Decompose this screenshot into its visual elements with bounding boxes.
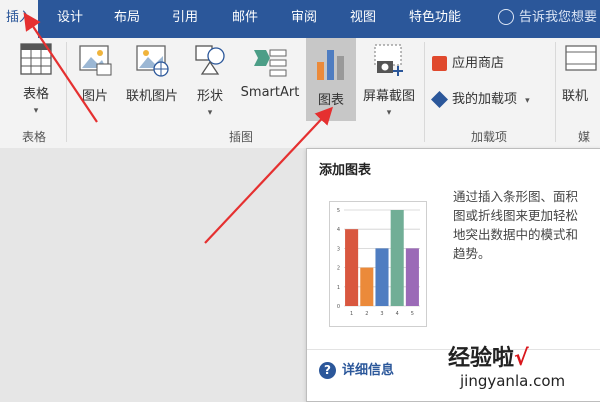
group-label-illustrations: 插图 xyxy=(229,130,254,144)
y-tick-label: 5 xyxy=(337,208,340,214)
group-divider xyxy=(66,42,67,142)
chart-bar xyxy=(360,267,374,306)
screenshot-button[interactable]: 屏幕截图 ▾ xyxy=(358,42,420,119)
chart-bar xyxy=(345,229,359,306)
tab-special-features[interactable]: 特色功能 xyxy=(409,0,461,38)
chevron-down-icon: ▾ xyxy=(33,106,39,116)
ribbon-tab-bar: 插入 设计 布局 引用 邮件 审阅 视图 特色功能 告诉我您想要 xyxy=(0,0,600,38)
y-tick-label: 3 xyxy=(337,246,340,252)
my-addins-button[interactable]: 我的加载项 ▾ xyxy=(431,88,530,108)
tooltip-desc-line: 图或折线图来更加轻松 xyxy=(453,208,579,223)
screenshot-label: 屏幕截图 xyxy=(362,89,415,104)
chevron-down-icon: ▾ xyxy=(207,108,213,118)
tooltip-desc-line: 趋势。 xyxy=(453,246,491,261)
shapes-label: 形状 xyxy=(196,89,223,104)
more-info-link[interactable]: ? 详细信息 xyxy=(319,359,394,379)
chart-bar xyxy=(390,210,404,306)
lightbulb-icon xyxy=(498,8,514,25)
chevron-down-icon: ▾ xyxy=(386,108,392,118)
shapes-icon xyxy=(195,45,225,75)
x-tick-label: 4 xyxy=(396,311,399,317)
picture-button[interactable]: 图片 xyxy=(74,42,116,104)
smartart-icon xyxy=(254,49,287,77)
screenshot-icon xyxy=(374,44,403,76)
tooltip-chart-preview: 0 1 2 3 4 5 1 2 3 4 5 xyxy=(329,201,427,327)
picture-label: 图片 xyxy=(81,89,108,104)
ribbon-insert: 表格 ▾ 表格 图片 联机图片 形状 ▾ SmartArt 图表 屏幕截图 ▾ … xyxy=(0,38,600,149)
store-button[interactable]: 应用商店 xyxy=(432,52,504,71)
x-tick-label: 1 xyxy=(350,311,353,317)
table-icon xyxy=(20,43,52,75)
tooltip-title: 添加图表 xyxy=(319,163,372,178)
tab-references[interactable]: 引用 xyxy=(172,0,198,38)
tooltip-description: 通过插入条形图、面积 图或折线图来更加轻松 地突出数据中的模式和 趋势。 xyxy=(453,187,600,263)
group-divider xyxy=(424,42,425,142)
watermark: 经验啦√ jingyanla.com xyxy=(448,340,598,398)
online-picture-label: 联机图片 xyxy=(125,89,178,104)
x-tick-label: 2 xyxy=(365,311,368,317)
tab-design[interactable]: 设计 xyxy=(57,0,83,38)
watermark-main: 经验啦√ xyxy=(448,346,529,371)
tab-layout[interactable]: 布局 xyxy=(114,0,140,38)
online-picture-button[interactable]: 联机图片 xyxy=(120,42,184,104)
chart-bar xyxy=(375,248,389,306)
tab-insert[interactable]: 插入 xyxy=(0,0,39,38)
y-tick-label: 4 xyxy=(337,227,340,233)
chart-bar xyxy=(405,248,419,306)
shapes-button[interactable]: 形状 ▾ xyxy=(188,42,232,119)
online-video-label: 联机 xyxy=(562,89,589,104)
chevron-down-icon: ▾ xyxy=(525,96,530,106)
group-divider xyxy=(555,42,556,142)
help-icon: ? xyxy=(319,362,336,379)
addins-icon xyxy=(431,91,448,108)
x-tick-label: 3 xyxy=(380,311,383,317)
more-info-label: 详细信息 xyxy=(342,363,395,378)
tooltip-desc-line: 通过插入条形图、面积 xyxy=(453,189,579,204)
store-icon xyxy=(432,56,447,71)
online-video-icon xyxy=(565,45,597,71)
watermark-url: jingyanla.com xyxy=(460,372,566,390)
tab-mailings[interactable]: 邮件 xyxy=(232,0,258,38)
tab-view[interactable]: 视图 xyxy=(350,0,376,38)
my-addins-label: 我的加载项 xyxy=(452,92,518,107)
online-picture-icon xyxy=(136,45,169,77)
tooltip-desc-line: 地突出数据中的模式和 xyxy=(453,227,579,242)
online-video-button[interactable]: 联机 xyxy=(562,42,600,104)
table-label: 表格 xyxy=(22,87,49,102)
tell-me-search[interactable]: 告诉我您想要 xyxy=(498,0,597,38)
tell-me-text: 告诉我您想要 xyxy=(519,10,598,25)
smartart-label: SmartArt xyxy=(240,85,300,100)
store-label: 应用商店 xyxy=(452,56,505,71)
chart-icon xyxy=(317,50,344,80)
chart-button[interactable]: 图表 xyxy=(306,38,356,121)
group-label-media: 媒 xyxy=(578,130,591,144)
smartart-button[interactable]: SmartArt xyxy=(236,42,304,100)
y-tick-label: 0 xyxy=(337,304,340,310)
tab-review[interactable]: 审阅 xyxy=(291,0,317,38)
y-tick-label: 2 xyxy=(337,266,340,272)
group-label-addins: 加载项 xyxy=(471,130,508,144)
group-label-table: 表格 xyxy=(22,130,47,144)
picture-icon xyxy=(79,45,112,76)
table-button[interactable]: 表格 ▾ xyxy=(10,42,62,117)
bar-chart: 0 1 2 3 4 5 1 2 3 4 5 xyxy=(337,208,420,317)
x-tick-label: 5 xyxy=(411,311,414,317)
y-tick-label: 1 xyxy=(337,285,340,291)
chart-label: 图表 xyxy=(317,93,344,108)
